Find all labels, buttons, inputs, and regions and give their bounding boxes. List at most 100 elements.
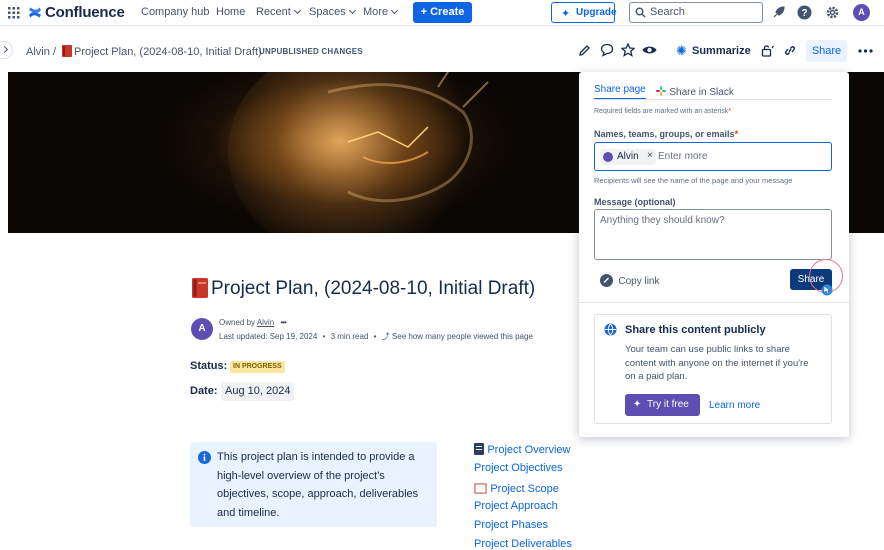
analytics-icon: ⤴ — [381, 332, 390, 341]
edit-pencil-icon[interactable] — [578, 44, 591, 57]
toc-item-approach[interactable]: Project Approach — [474, 500, 558, 512]
more-actions-icon[interactable] — [858, 49, 873, 53]
bulb-filament-illustration — [327, 72, 489, 203]
summarize-label: Summarize — [692, 45, 751, 57]
status-badge[interactable]: IN PROGRESS — [230, 361, 285, 373]
settings-gear-icon[interactable] — [825, 5, 840, 20]
info-text: This project plan is intended to provide… — [217, 451, 419, 519]
confluence-logo-icon[interactable] — [28, 6, 42, 19]
names-label: Names, teams, groups, or emails* — [594, 129, 738, 139]
tab-share-slack-label: Share in Slack — [669, 87, 734, 98]
chevron-down-icon — [391, 6, 399, 15]
restrictions-lock-icon[interactable] — [761, 44, 774, 57]
sparkle-icon: ✦ — [561, 8, 571, 20]
help-icon[interactable]: ? — [797, 5, 812, 20]
bullet-separator: • — [373, 332, 377, 341]
nav-spaces-label: Spaces — [309, 6, 346, 18]
top-navigation: Confluence Company hub Home Recent Space… — [0, 0, 884, 26]
required-note: Required fields are marked with an aster… — [594, 108, 731, 115]
recipients-placeholder: Enter more — [658, 151, 708, 162]
create-button[interactable]: + Create — [413, 2, 472, 23]
recipients-input[interactable]: Alvin × Enter more — [594, 142, 832, 171]
date-label: Date: — [190, 385, 218, 397]
brand-name[interactable]: Confluence — [45, 4, 125, 21]
chevron-right-icon — [0, 45, 9, 54]
nav-spaces[interactable]: Spaces — [309, 6, 356, 18]
sidebar-expand-button[interactable] — [0, 41, 13, 59]
ai-sparkle-icon: ✺ — [676, 43, 687, 58]
toc-item-overview[interactable]: Project Overview — [474, 442, 570, 456]
info-icon — [198, 451, 211, 464]
breadcrumb-separator: / — [53, 46, 57, 58]
nav-more-label: More — [363, 6, 389, 18]
status-label: Status: — [190, 360, 228, 372]
watch-eye-icon[interactable] — [642, 44, 657, 56]
toc-item-deliverables[interactable]: Project Deliverables — [474, 538, 572, 550]
message-placeholder: Anything they should know? — [600, 215, 725, 226]
breadcrumb-space[interactable]: Alvin — [26, 46, 50, 58]
copy-link-chain-icon[interactable] — [783, 44, 797, 57]
page-metadata: Last updated: Sep 19, 2024 • 3 min read … — [219, 331, 533, 342]
required-asterisk: * — [728, 108, 731, 115]
copy-link-button[interactable]: Copy link — [600, 273, 659, 287]
recipient-tag[interactable]: Alvin × — [600, 149, 656, 165]
copy-link-label: Copy link — [618, 276, 660, 287]
tab-share-slack[interactable]: Share in Slack — [656, 84, 734, 98]
nav-recent-label: Recent — [256, 6, 291, 18]
link-icon — [600, 274, 613, 287]
svg-text:?: ? — [801, 8, 807, 19]
owner-avatar[interactable]: A — [191, 318, 213, 340]
unpublished-changes-badge: UNPUBLISHED CHANGES — [259, 47, 363, 56]
nav-recent[interactable]: Recent — [256, 6, 301, 18]
try-free-label: Try it free — [647, 399, 689, 410]
page-header-bar: Alvin / Project Plan, (2024-08-10, Initi… — [0, 31, 884, 72]
star-icon[interactable] — [621, 43, 635, 57]
owner-link[interactable]: Alvin — [257, 318, 274, 327]
recipient-avatar — [603, 152, 613, 162]
tab-share-page[interactable]: Share page — [594, 84, 646, 95]
upgrade-label: Upgrade — [576, 7, 617, 18]
bullet-separator: • — [322, 332, 326, 341]
public-share-title: Share this content publicly — [625, 324, 766, 336]
sparkle-icon: ✦ — [633, 399, 642, 410]
learn-more-link[interactable]: Learn more — [709, 400, 760, 411]
share-dialog: Share page Share in Slack Required field… — [579, 72, 849, 437]
globe-icon — [604, 323, 617, 336]
search-input[interactable]: Search — [629, 2, 763, 23]
info-panel: This project plan is intended to provide… — [190, 442, 437, 527]
slack-icon — [656, 86, 666, 96]
toc-item-objectives[interactable]: Project Objectives — [474, 462, 563, 474]
read-time: 3 min read — [330, 332, 369, 341]
remove-recipient-icon[interactable]: × — [647, 150, 653, 161]
user-avatar[interactable]: A — [853, 4, 870, 21]
public-share-text: Your team can use public links to share … — [625, 344, 809, 382]
scroll-icon — [474, 483, 487, 494]
recipients-note: Recipients will see the name of the page… — [594, 176, 793, 185]
nav-home[interactable]: Home — [216, 6, 245, 18]
page-title-book-icon — [192, 278, 208, 298]
try-free-button[interactable]: ✦ Try it free — [625, 394, 700, 416]
nav-more[interactable]: More — [363, 6, 399, 18]
document-icon — [474, 443, 484, 455]
chevron-down-icon — [293, 6, 301, 15]
upgrade-button[interactable]: ✦ Upgrade — [551, 2, 617, 23]
page-views-link[interactable]: See how many people viewed this page — [392, 332, 533, 341]
tab-divider — [594, 99, 832, 100]
panel-divider — [579, 302, 849, 303]
comment-icon[interactable] — [600, 43, 614, 57]
share-button[interactable]: Share — [806, 40, 847, 62]
owner-more-icon[interactable]: ••• — [280, 318, 286, 327]
notifications-icon[interactable] — [772, 6, 785, 19]
recipient-name: Alvin — [617, 151, 639, 162]
breadcrumb-page[interactable]: Project Plan, (2024-08-10, Initial Draft… — [74, 46, 262, 58]
nav-company-hub[interactable]: Company hub — [141, 6, 210, 18]
required-note-text: Required fields are marked with an aster… — [594, 108, 729, 115]
owned-by-label: Owned by — [219, 318, 256, 327]
date-chip[interactable]: Aug 10, 2024 — [221, 382, 295, 401]
public-share-card: Share this content publicly Your team ca… — [594, 314, 832, 424]
app-switcher-icon[interactable] — [8, 7, 20, 19]
toc-item-scope[interactable]: Project Scope — [474, 481, 559, 495]
toc-item-phases[interactable]: Project Phases — [474, 519, 548, 531]
message-textarea[interactable]: Anything they should know? — [594, 209, 832, 260]
book-icon — [62, 45, 72, 57]
